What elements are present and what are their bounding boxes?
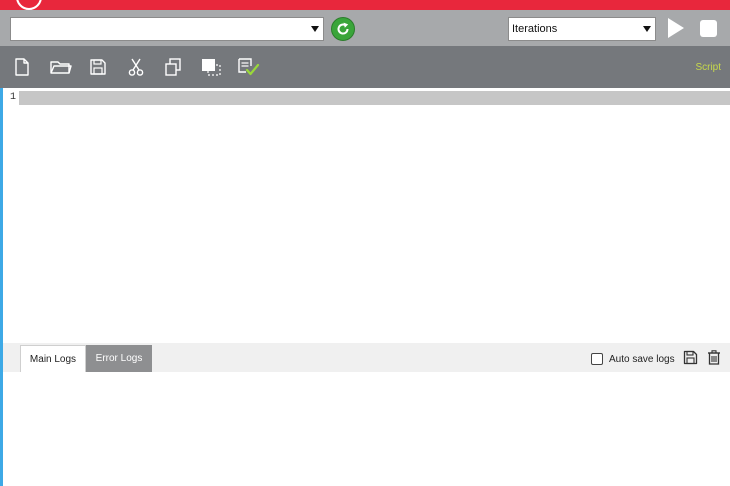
script-editor[interactable]: 1 (3, 88, 730, 343)
validate-button[interactable] (236, 56, 260, 78)
chevron-down-icon (643, 26, 651, 32)
script-toolbar: Script (0, 46, 730, 88)
cut-button[interactable] (124, 56, 148, 78)
iterations-select-value: Iterations (512, 23, 558, 35)
run-toolbar: Iterations (0, 10, 730, 46)
trash-icon (708, 350, 720, 365)
clear-logs-button[interactable] (707, 350, 721, 370)
save-icon (90, 59, 106, 75)
save-icon (683, 350, 698, 365)
open-folder-icon (50, 61, 72, 74)
auto-save-checkbox[interactable] (591, 353, 603, 365)
stop-icon[interactable] (700, 20, 717, 37)
paste-icon (202, 59, 221, 76)
title-bar (0, 0, 730, 10)
cut-icon (128, 58, 144, 76)
save-button[interactable] (86, 56, 110, 78)
line-number: 1 (10, 92, 17, 103)
refresh-icon (337, 22, 349, 35)
tab-error-logs[interactable]: Error Logs (86, 345, 152, 372)
app-logo-icon (16, 0, 42, 10)
play-icon[interactable] (668, 18, 684, 38)
auto-save-logs-toggle[interactable]: Auto save logs (591, 352, 675, 366)
copy-button[interactable] (161, 56, 185, 78)
paste-button[interactable] (199, 56, 223, 78)
save-logs-button[interactable] (683, 350, 698, 370)
script-select[interactable] (10, 17, 324, 41)
log-output-area[interactable] (3, 372, 730, 486)
open-folder-button[interactable] (49, 56, 73, 78)
current-line-highlight (19, 91, 730, 105)
new-file-button[interactable] (10, 56, 34, 78)
iterations-select[interactable]: Iterations (508, 17, 656, 41)
auto-save-label: Auto save logs (609, 353, 675, 365)
tab-main-logs[interactable]: Main Logs (20, 345, 86, 372)
refresh-button[interactable] (331, 17, 355, 41)
new-file-icon (15, 58, 29, 76)
validate-icon (238, 58, 260, 76)
chevron-down-icon (311, 26, 319, 32)
script-label: Script (695, 62, 721, 73)
copy-icon (165, 58, 181, 76)
logs-tab-strip: Main Logs Error Logs Auto save logs (3, 343, 730, 372)
